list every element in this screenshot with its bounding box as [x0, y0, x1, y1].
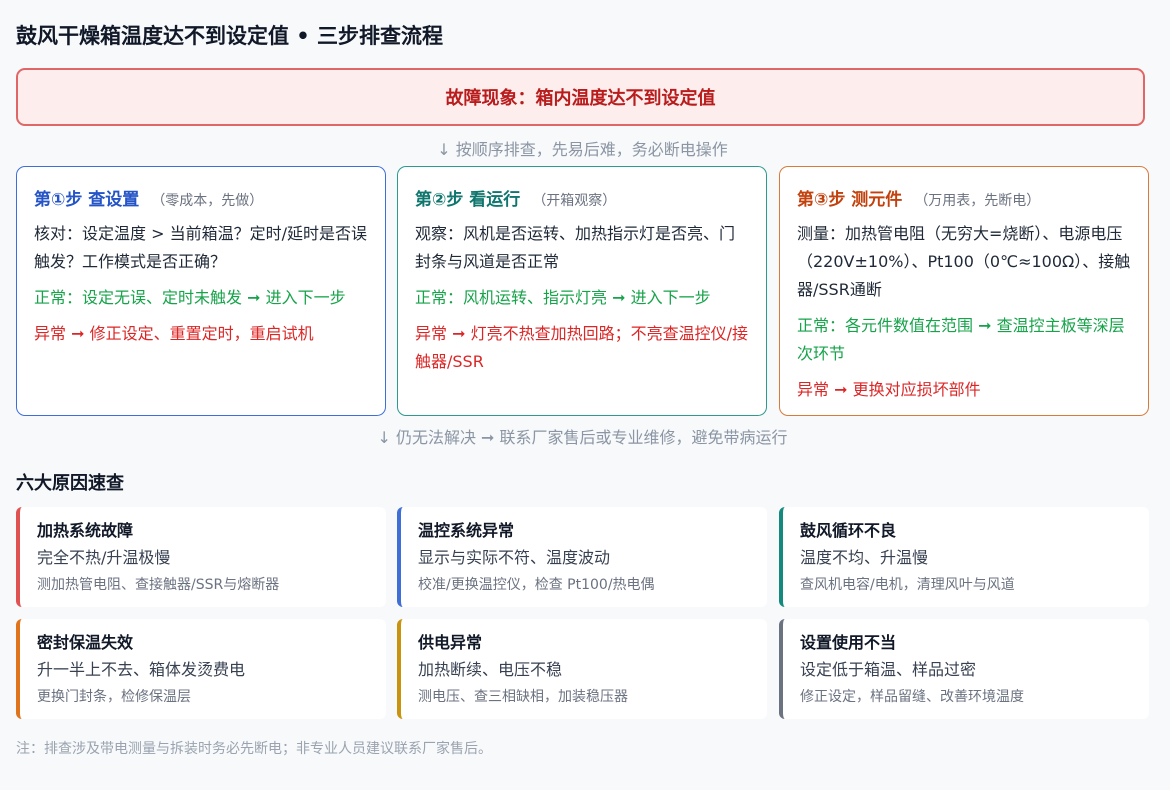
flow-hint-bottom: ↓ 仍无法解决 ➞ 联系厂家售后或专业维修，避免带病运行: [377, 428, 788, 447]
step-3-title: 第③步 测元件: [797, 190, 903, 210]
cause-symptom: 温度不均、升温慢: [800, 548, 929, 567]
cause-fix: 更换门封条，检修保温层: [37, 689, 191, 705]
cause-symptom: 设定低于箱温、样品过密: [800, 660, 977, 679]
fault-text: 故障现象：箱内温度达不到设定值: [445, 88, 716, 109]
cause-heading: 加热系统故障: [37, 521, 134, 540]
step-3-check: 测量：加热管电阻（无穷大=烧断）、电源电压（220V±10%）、Pt100（0℃…: [797, 224, 1131, 299]
cause-card-heating: 加热系统故障 完全不热/升温极慢 测加热管电阻、查接触器/SSR与熔断器: [16, 507, 386, 607]
footer-note: 注：排查涉及带电测量与拆装时务必先断电；非专业人员建议联系厂家售后。: [16, 741, 492, 757]
step-1-subtitle: （零成本，先做）: [151, 193, 264, 209]
step-2-card: 第②步 看运行 （开箱观察） 观察：风机是否运转、加热指示灯是否亮、门封条与风道是…: [397, 166, 767, 416]
cause-card-temp-control: 温控系统异常 显示与实际不符、温度波动 校准/更换温控仪，检查 Pt100/热电…: [397, 507, 767, 607]
cause-heading: 温控系统异常: [418, 521, 515, 540]
step-1-title: 第①步 查设置: [34, 190, 140, 210]
cause-symptom: 完全不热/升温极慢: [37, 548, 171, 567]
cause-card-settings-usage: 设置使用不当 设定低于箱温、样品过密 修正设定，样品留缝、改善环境温度: [779, 619, 1149, 719]
cause-symptom: 升一半上不去、箱体发烫费电: [37, 660, 246, 679]
flow-hint-top: ↓ 按顺序排查，先易后难，务必断电操作: [437, 140, 728, 159]
cause-card-sealing: 密封保温失效 升一半上不去、箱体发烫费电 更换门封条，检修保温层: [16, 619, 386, 719]
step-2-abnormal: 异常 ➞ 灯亮不热查加热回路；不亮查温控仪/接触器/SSR: [415, 324, 748, 371]
causes-section-title: 六大原因速查: [16, 473, 124, 494]
cause-heading: 密封保温失效: [37, 633, 134, 652]
cause-heading: 设置使用不当: [800, 633, 897, 652]
cause-fix: 校准/更换温控仪，检查 Pt100/热电偶: [418, 577, 655, 593]
step-1-card: 第①步 查设置 （零成本，先做） 核对：设定温度 > 当前箱温？定时/延时是否误触…: [16, 166, 386, 416]
cause-fix: 测电压、查三相缺相，加装稳压器: [418, 689, 628, 705]
cause-card-air-circulation: 鼓风循环不良 温度不均、升温慢 查风机电容/电机，清理风叶与风道: [779, 507, 1149, 607]
page-title: 鼓风干燥箱温度达不到设定值 • 三步排查流程: [16, 24, 444, 48]
step-3-card: 第③步 测元件 （万用表，先断电） 测量：加热管电阻（无穷大=烧断）、电源电压（2…: [779, 166, 1149, 416]
step-3-subtitle: （万用表，先断电）: [914, 193, 1041, 209]
step-2-normal: 正常：风机运转、指示灯亮 ➞ 进入下一步: [415, 288, 711, 307]
cause-heading: 鼓风循环不良: [800, 521, 897, 540]
step-2-check: 观察：风机是否运转、加热指示灯是否亮、门封条与风道是否正常: [415, 224, 736, 271]
step-1-abnormal: 异常 ➞ 修正设定、重置定时，重启试机: [34, 324, 314, 343]
cause-card-power-supply: 供电异常 加热断续、电压不稳 测电压、查三相缺相，加装稳压器: [397, 619, 767, 719]
fault-phenomenon-box: 故障现象：箱内温度达不到设定值: [16, 68, 1145, 126]
step-3-abnormal: 异常 ➞ 更换对应损坏部件: [797, 380, 981, 399]
step-3-normal: 正常：各元件数值在范围 ➞ 查温控主板等深层次环节: [797, 316, 1125, 363]
cause-fix: 查风机电容/电机，清理风叶与风道: [800, 577, 1015, 593]
step-1-check: 核对：设定温度 > 当前箱温？定时/延时是否误触发？工作模式是否正确？: [34, 224, 367, 271]
cause-fix: 测加热管电阻、查接触器/SSR与熔断器: [37, 577, 280, 593]
step-1-normal: 正常：设定无误、定时未触发 ➞ 进入下一步: [34, 288, 346, 307]
step-2-title: 第②步 看运行: [415, 190, 521, 210]
cause-fix: 修正设定，样品留缝、改善环境温度: [800, 689, 1024, 705]
step-2-subtitle: （开箱观察）: [532, 193, 617, 209]
cause-symptom: 显示与实际不符、温度波动: [418, 548, 611, 567]
cause-heading: 供电异常: [418, 633, 483, 652]
cause-symptom: 加热断续、电压不稳: [418, 660, 563, 679]
